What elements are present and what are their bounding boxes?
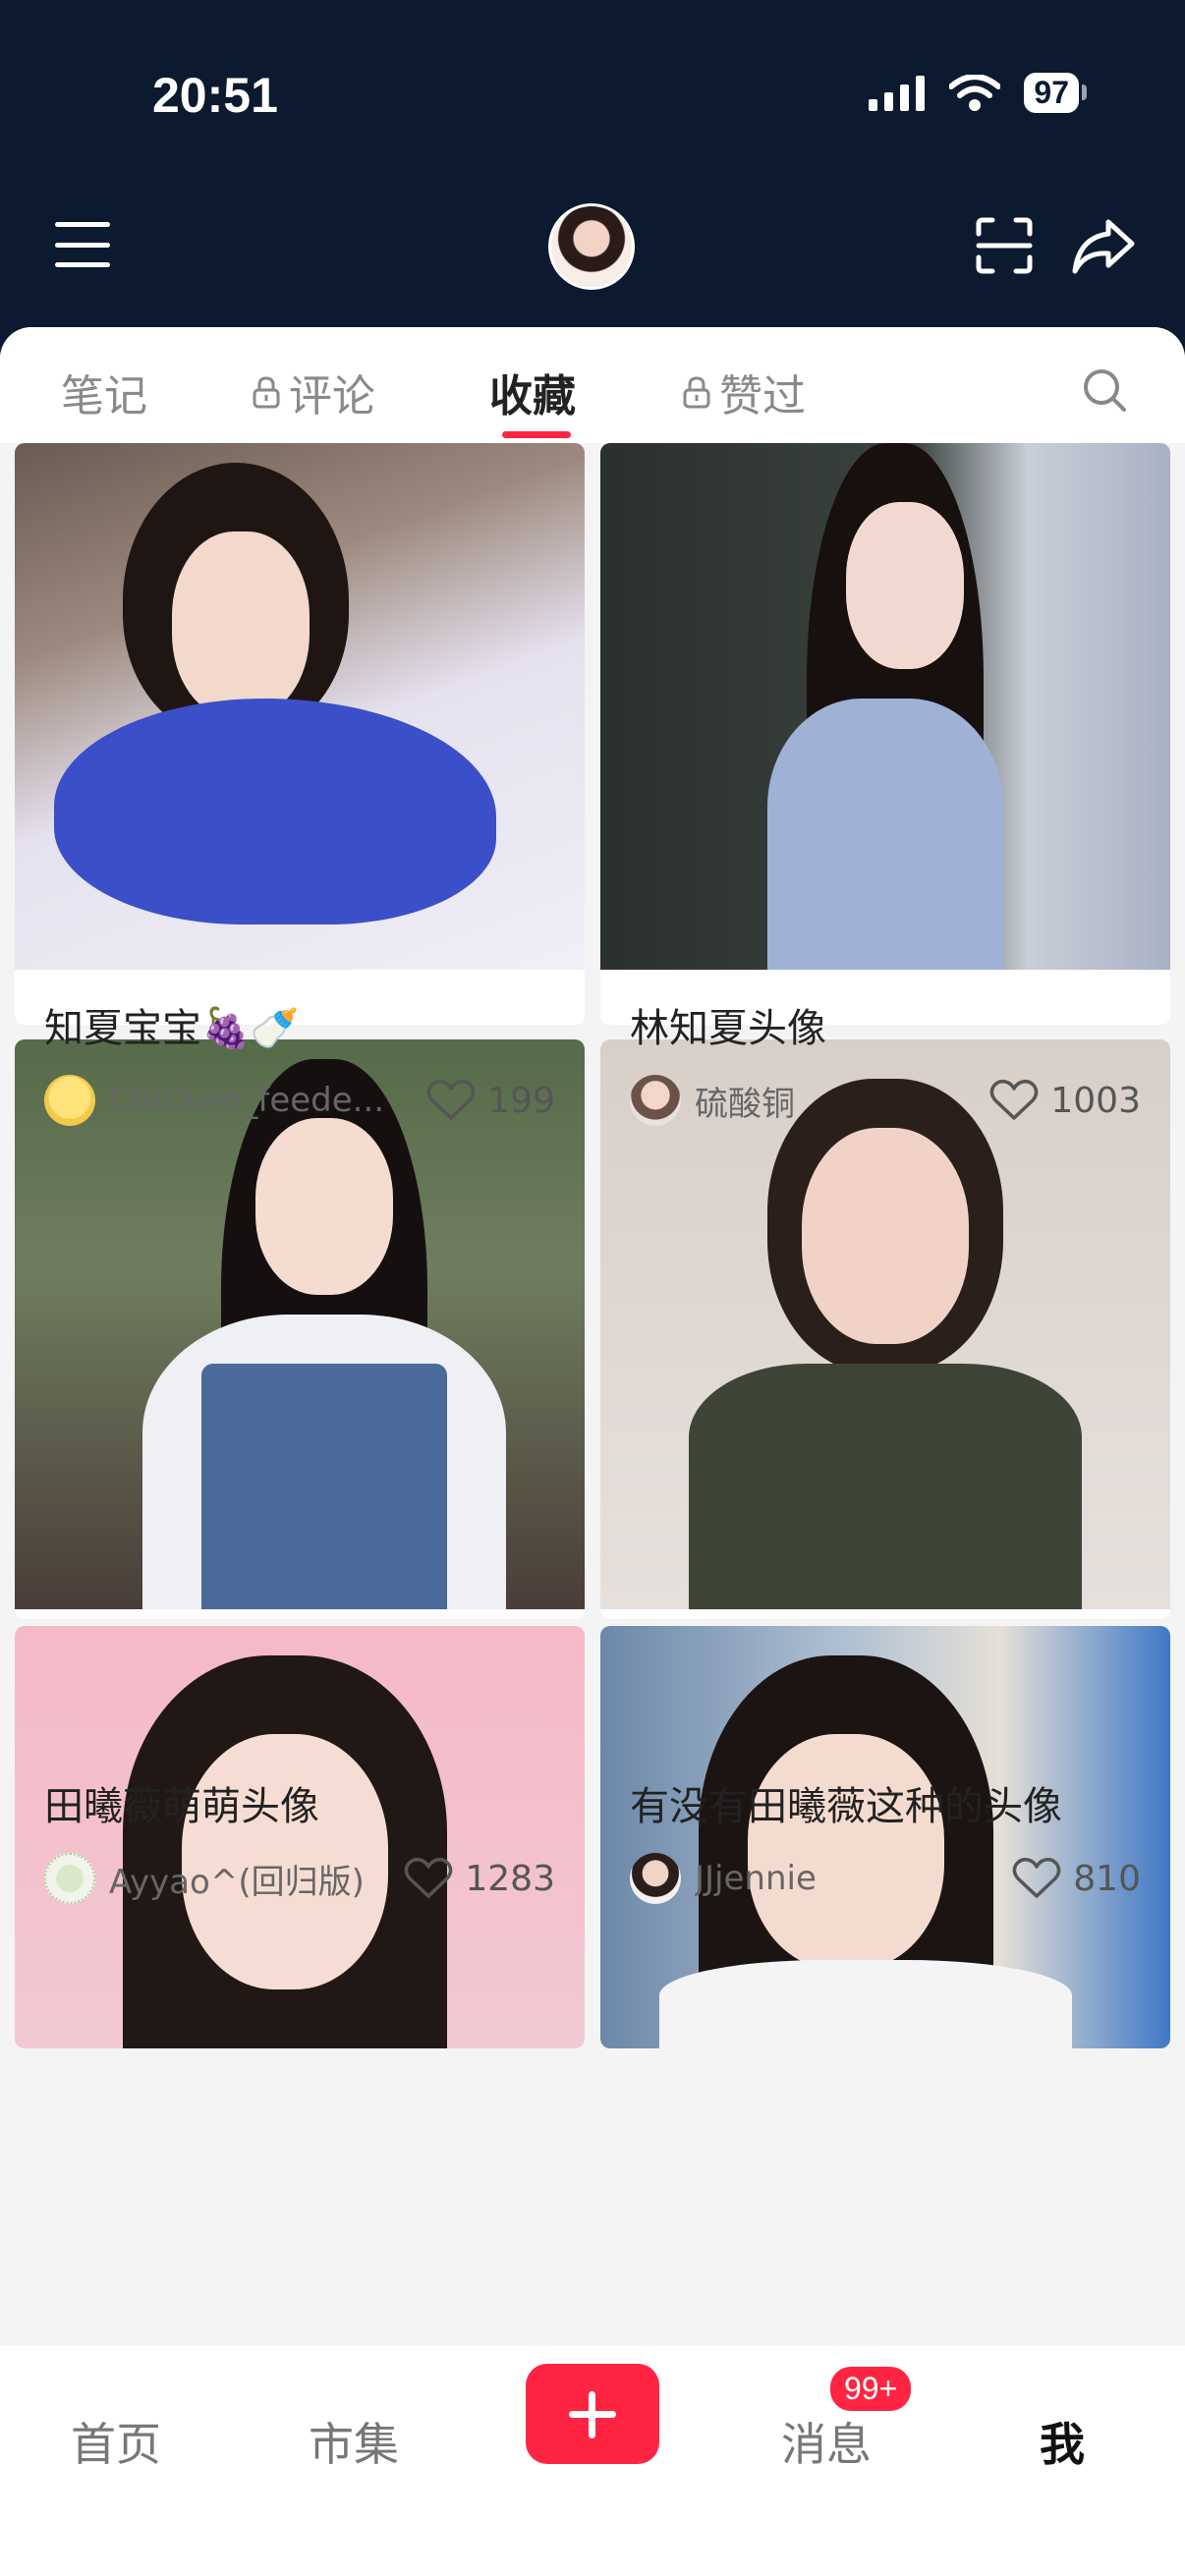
menu-icon[interactable]	[55, 222, 110, 267]
tab-favorites-label: 收藏	[489, 371, 576, 421]
heart-icon[interactable]	[989, 1079, 1039, 1122]
heart-icon[interactable]	[1012, 1857, 1061, 1900]
tab-favorites[interactable]: 收藏	[489, 361, 576, 423]
author-avatar[interactable]	[44, 1853, 95, 1904]
note-meta: 硫酸铜 1003	[630, 1075, 1141, 1126]
note-title: 林知夏头像	[630, 1006, 826, 1051]
share-icon[interactable]	[1071, 216, 1136, 275]
tab-comments-label: 评论	[289, 371, 375, 421]
status-time: 20:51	[152, 68, 278, 123]
note-meta: Chicken_feede... 199	[44, 1075, 555, 1126]
note-card[interactable]	[600, 443, 1170, 1025]
like-count: 1283	[465, 1858, 555, 1899]
profile-header: 20:51 97	[0, 0, 1185, 365]
nav-messages[interactable]: 消息	[781, 2409, 872, 2474]
bottom-nav: 首页 市集 消息 99+ 我	[0, 2346, 1185, 2576]
status-icons: 97	[869, 73, 1087, 113]
note-card-meta-wrap	[15, 443, 585, 1025]
note-card[interactable]	[15, 1626, 585, 2048]
note-cover-image[interactable]	[600, 1626, 1170, 2048]
tab-notes-label: 笔记	[61, 371, 147, 421]
like-count: 1003	[1050, 1080, 1141, 1121]
note-title: 有没有田曦薇这种的头像	[630, 1784, 1062, 1829]
signal-icon	[869, 75, 926, 111]
note-card[interactable]	[15, 1039, 585, 1619]
cover-figure	[846, 502, 964, 669]
profile-avatar[interactable]	[548, 203, 635, 290]
cover-figure	[802, 1128, 969, 1344]
note-title: 田曦薇萌萌头像	[44, 1784, 319, 1829]
tab-liked-label: 赞过	[719, 371, 806, 421]
cover-figure	[659, 1960, 1072, 2048]
search-icon[interactable]	[1081, 366, 1128, 414]
author-avatar[interactable]	[630, 1075, 681, 1126]
nav-home[interactable]: 首页	[71, 2409, 161, 2474]
tab-active-indicator	[502, 431, 571, 438]
post-button[interactable]	[526, 2364, 659, 2464]
like-count: 810	[1073, 1858, 1141, 1899]
lock-icon	[683, 376, 710, 409]
tab-liked[interactable]: 赞过	[682, 361, 806, 423]
note-meta: Ayyao^(回归版) 1283	[44, 1853, 555, 1904]
nav-market[interactable]: 市集	[309, 2409, 399, 2474]
tab-comments[interactable]: 评论	[252, 361, 375, 423]
note-card[interactable]	[600, 1039, 1170, 1619]
cover-figure	[689, 1364, 1082, 1609]
tab-notes[interactable]: 笔记	[61, 361, 147, 423]
heart-icon[interactable]	[426, 1079, 476, 1122]
messages-badge: 99+	[827, 2364, 915, 2414]
lock-icon	[253, 376, 280, 409]
profile-tabs: 笔记 评论 收藏 赞过	[0, 327, 1185, 443]
heart-icon[interactable]	[404, 1857, 453, 1900]
author-name[interactable]: 硫酸铜	[695, 1077, 989, 1125]
author-avatar[interactable]	[44, 1075, 95, 1126]
cover-figure	[748, 1734, 944, 1970]
author-name[interactable]: JJjennie	[695, 1859, 1012, 1898]
author-avatar[interactable]	[630, 1853, 681, 1904]
cover-figure	[255, 1118, 393, 1295]
note-card[interactable]	[600, 1626, 1170, 2048]
nav-me[interactable]: 我	[1040, 2409, 1085, 2474]
author-name[interactable]: Chicken_feede...	[109, 1081, 426, 1120]
battery-indicator: 97	[1024, 73, 1087, 113]
cover-figure	[767, 699, 1003, 970]
note-title: 知夏宝宝🍇🍼	[44, 1006, 300, 1051]
like-count: 199	[487, 1080, 555, 1121]
note-meta: JJjennie 810	[630, 1853, 1141, 1904]
note-cover-image[interactable]	[600, 443, 1170, 970]
note-cover-image[interactable]	[15, 1626, 585, 2048]
author-name[interactable]: Ayyao^(回归版)	[109, 1855, 404, 1903]
scan-icon[interactable]	[975, 216, 1034, 275]
cover-figure	[201, 1364, 447, 1609]
wifi-icon	[949, 74, 1001, 111]
content-panel: 笔记 评论 收藏 赞过	[0, 327, 1185, 2576]
